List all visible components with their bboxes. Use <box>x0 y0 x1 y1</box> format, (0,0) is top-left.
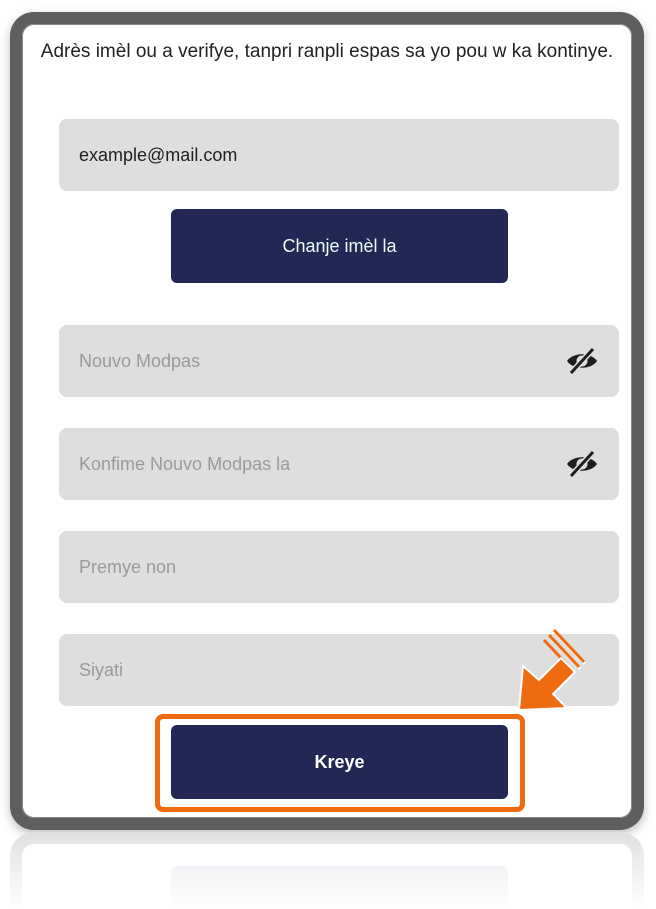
confirm-password-placeholder: Konfime Nouvo Modpas la <box>79 453 291 474</box>
eye-slash-icon[interactable] <box>565 449 599 479</box>
device-reflection <box>10 832 644 909</box>
email-value: example@mail.com <box>79 144 238 165</box>
change-email-button[interactable]: Chanje imèl la <box>171 209 508 283</box>
eye-slash-icon[interactable] <box>565 346 599 376</box>
instruction-text: Adrès imèl ou a verifye, tanpri ranpli e… <box>40 41 614 62</box>
arrow-down-left-icon <box>517 628 587 712</box>
confirm-password-field[interactable]: Konfime Nouvo Modpas la <box>59 428 619 500</box>
new-password-placeholder: Nouvo Modpas <box>79 350 201 371</box>
first-name-placeholder: Premye non <box>79 556 177 577</box>
new-password-field[interactable]: Nouvo Modpas <box>59 325 619 397</box>
highlight-box <box>155 714 525 812</box>
email-field[interactable]: example@mail.com <box>59 119 619 191</box>
first-name-field[interactable]: Premye non <box>59 531 619 603</box>
